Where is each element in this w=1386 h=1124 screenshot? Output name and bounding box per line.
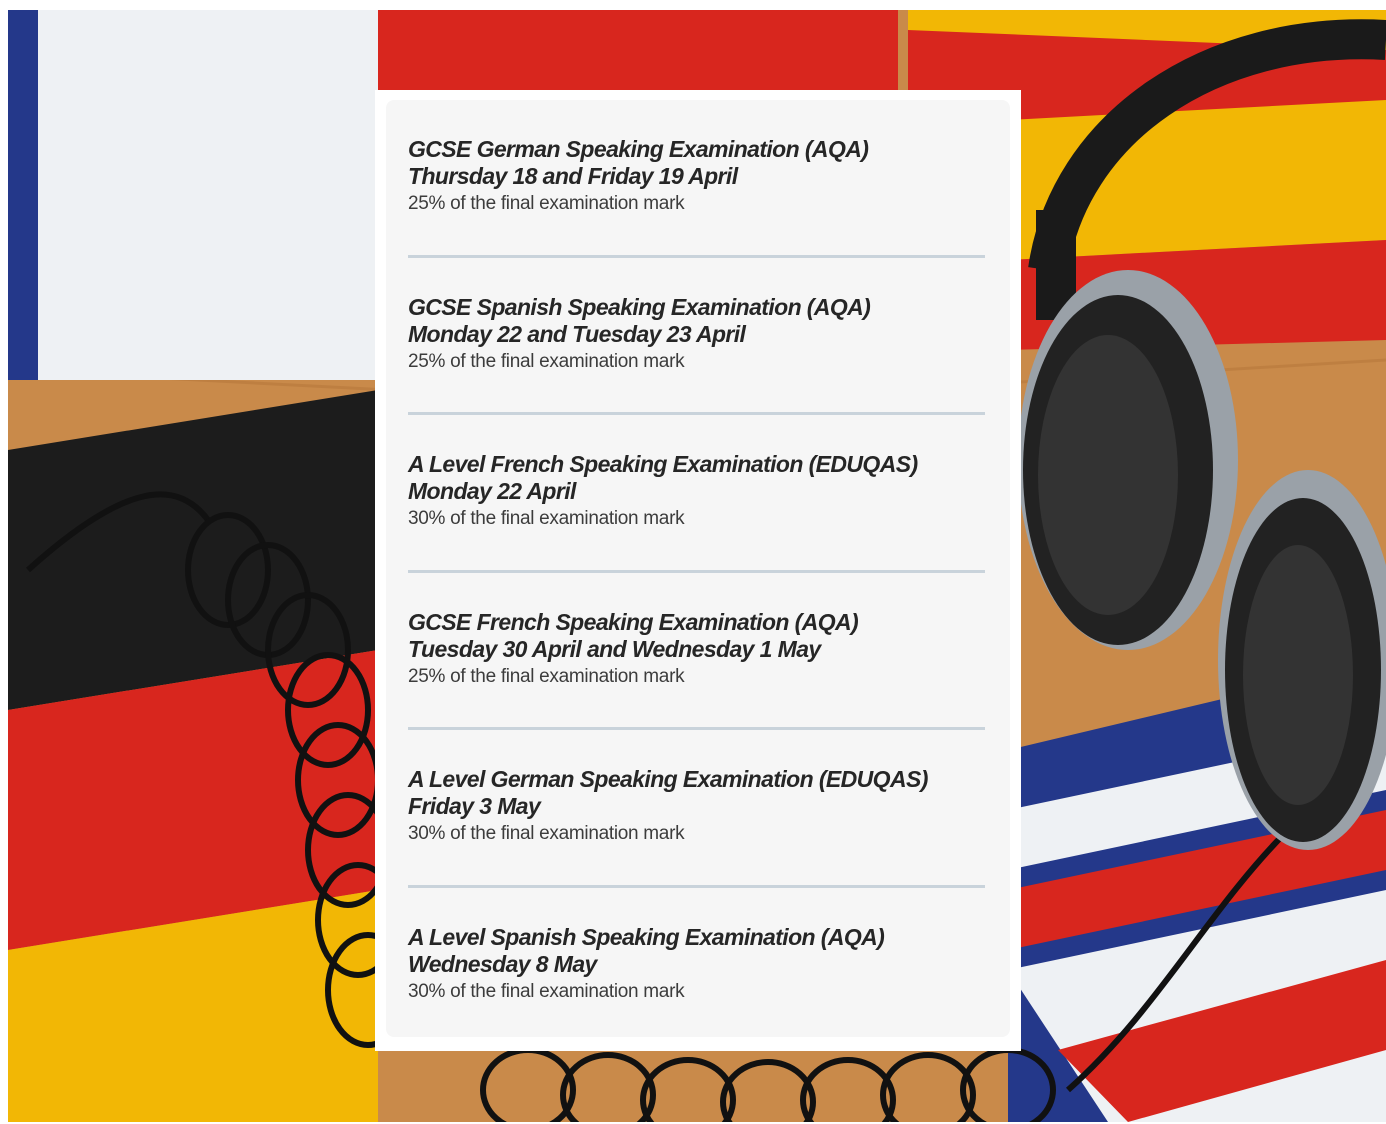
exam-title: A Level German Speaking Examination (EDU… bbox=[408, 766, 928, 792]
exam-date: Thursday 18 and Friday 19 April bbox=[408, 163, 738, 189]
exam-entry: A Level German Speaking Examination (EDU… bbox=[408, 730, 985, 888]
exam-entry: GCSE German Speaking Examination (AQA) T… bbox=[408, 100, 985, 258]
exam-schedule-card: GCSE German Speaking Examination (AQA) T… bbox=[375, 90, 1021, 1051]
exam-date: Wednesday 8 May bbox=[408, 950, 597, 977]
exam-date: Monday 22 April bbox=[408, 478, 576, 504]
exam-title: A Level French Speaking Examination (EDU… bbox=[408, 451, 918, 477]
exam-weight: 25% of the final examination mark bbox=[408, 350, 685, 372]
exam-entry: A Level French Speaking Examination (EDU… bbox=[408, 415, 985, 573]
exam-title: GCSE German Speaking Examination (AQA) bbox=[408, 136, 869, 162]
exam-list: GCSE German Speaking Examination (AQA) T… bbox=[386, 100, 1010, 1037]
exam-weight: 25% of the final examination mark bbox=[408, 665, 685, 687]
exam-entry: GCSE French Speaking Examination (AQA) T… bbox=[408, 573, 985, 730]
exam-entry: GCSE Spanish Speaking Examination (AQA) … bbox=[408, 258, 985, 415]
exam-title: GCSE French Speaking Examination (AQA) bbox=[408, 608, 859, 635]
exam-weight: 30% of the final examination mark bbox=[408, 823, 685, 844]
exam-date: Tuesday 30 April and Wednesday 1 May bbox=[408, 635, 821, 662]
exam-date: Monday 22 and Tuesday 23 April bbox=[408, 320, 746, 347]
exam-title: A Level Spanish Speaking Examination (AQ… bbox=[408, 923, 885, 950]
exam-entry: A Level Spanish Speaking Examination (AQ… bbox=[408, 888, 985, 1046]
exam-weight: 30% of the final examination mark bbox=[408, 980, 685, 1002]
exam-title: GCSE Spanish Speaking Examination (AQA) bbox=[408, 293, 871, 320]
exam-weight: 25% of the final examination mark bbox=[408, 193, 685, 214]
exam-weight: 30% of the final examination mark bbox=[408, 508, 685, 529]
exam-date: Friday 3 May bbox=[408, 793, 541, 819]
